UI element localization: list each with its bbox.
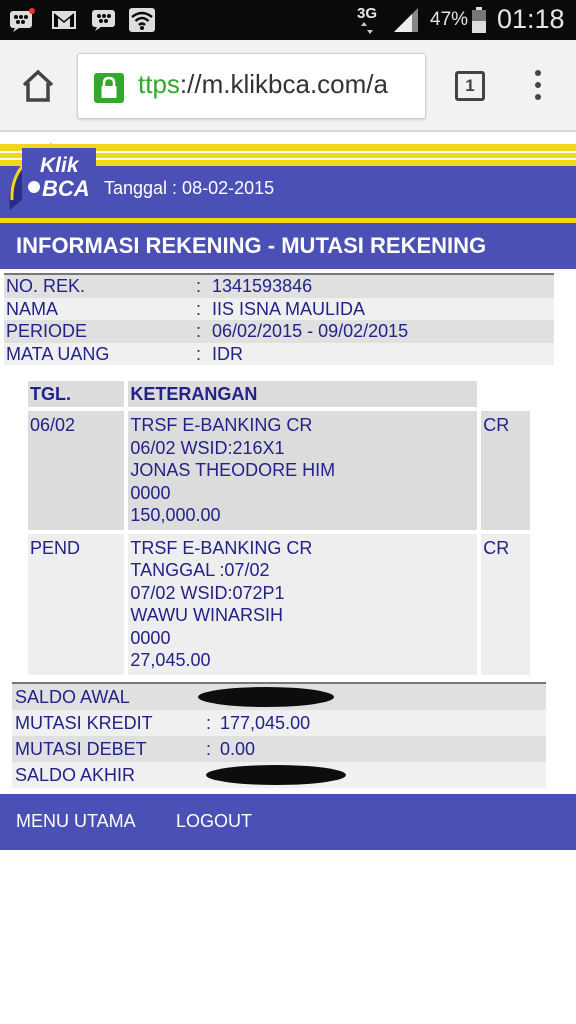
bbm-icon: [90, 7, 118, 33]
transaction-detail-line: 27,045.00: [130, 650, 211, 670]
account-row: PERIODE:06/02/2015 - 09/02/2015: [4, 320, 554, 343]
summary-value: 0.00: [220, 739, 256, 759]
account-label: PERIODE: [6, 321, 88, 341]
transaction-detail-line: TANGGAL :07/02: [130, 560, 270, 580]
battery-percent: 47%: [430, 9, 469, 30]
account-label: NO. REK.: [6, 276, 86, 296]
separator-colon: :: [196, 321, 202, 341]
address-bar[interactable]: ttps://m.klikbca.com/a: [77, 53, 426, 119]
summary-row: MUTASI DEBET:0.00: [12, 736, 546, 762]
transaction-date: PEND: [28, 533, 125, 675]
transaction-detail-line: 06/02 WSID:216X1: [130, 437, 285, 458]
network-type: 3G: [357, 5, 378, 22]
url-host: ://m.klikbca.com/a: [179, 69, 388, 99]
url-text: ttps://m.klikbca.com/a: [138, 69, 388, 100]
account-row: NAMA: IIS ISNA MAULIDA: [4, 297, 554, 320]
summary-label: SALDO AWAL: [15, 687, 130, 707]
column-header-date: TGL.: [28, 381, 125, 407]
transactions-table: TGL. KETERANGAN 06/02 TRSF E-BANKING CR 06…: [24, 381, 534, 675]
separator-colon: :: [196, 298, 202, 319]
table-row: PEND TRSF E-BANKING CR TANGGAL :07/02 07/02…: [28, 533, 530, 675]
separator-colon: :: [206, 713, 212, 733]
lock-icon: [94, 73, 124, 103]
menu-utama-link[interactable]: MENU UTAMA: [16, 811, 136, 832]
data-arrows-icon: [360, 22, 374, 34]
summary-label: MUTASI DEBET: [15, 739, 147, 759]
summary-label: SALDO AKHIR: [15, 765, 136, 785]
transaction-type: CR: [481, 411, 530, 530]
account-value: IDR: [212, 343, 243, 364]
account-value: 1341593846: [212, 276, 313, 296]
logout-link[interactable]: LOGOUT: [176, 811, 252, 832]
separator-colon: :: [196, 276, 202, 296]
account-label: MATA UANG: [6, 343, 110, 364]
transaction-description: TRSF E-BANKING CR 06/02 WSID:216X1 JONAS T…: [128, 411, 478, 530]
battery-icon: [469, 7, 489, 33]
url-scheme: ttps: [138, 69, 180, 99]
transaction-detail-line: 0000: [130, 482, 171, 503]
summary-row: SALDO AKHIR: [12, 762, 546, 788]
redacted-value: [198, 687, 334, 707]
logo-text-klik: Klik: [40, 154, 80, 177]
transaction-date: 06/02: [28, 411, 125, 530]
transaction-detail-line: 07/02 WSID:072P1: [130, 582, 285, 603]
table-header-row: TGL. KETERANGAN: [28, 381, 530, 407]
clock: 01:18: [497, 4, 565, 34]
transaction-detail-line: TRSF E-BANKING CR: [130, 415, 313, 435]
footer-nav: MENU UTAMA LOGOUT: [0, 794, 576, 850]
wifi-icon: [128, 7, 156, 33]
signal-icon: [392, 7, 420, 33]
redacted-value: [206, 765, 346, 785]
gmail-icon: [50, 7, 78, 33]
browser-toolbar: ttps://m.klikbca.com/a 1: [0, 40, 576, 132]
account-row: MATA UANG: IDR: [4, 342, 554, 365]
account-value: 06/02/2015 - 09/02/2015: [212, 321, 409, 341]
summary-row: SALDO AWAL: [12, 684, 546, 710]
transaction-description: TRSF E-BANKING CR TANGGAL :07/02 07/02 WSI…: [128, 533, 478, 675]
column-header-type: [481, 381, 530, 407]
date-label: Tanggal : 08-02-2015: [104, 178, 275, 198]
overflow-menu-icon[interactable]: [532, 70, 544, 104]
logo-text-bca: BCA: [42, 176, 90, 201]
transaction-type: CR: [481, 533, 530, 675]
bbm-notification-icon: [8, 7, 36, 33]
klikbca-logo: Klik BCA: [6, 140, 98, 216]
transaction-detail-line: WAWU WINARSIH: [130, 605, 284, 625]
summary-value: 177,045.00: [220, 713, 311, 733]
transaction-detail-line: TRSF E-BANKING CR: [130, 537, 313, 558]
home-button[interactable]: [18, 66, 58, 106]
summary-label: MUTASI KREDIT: [15, 713, 153, 733]
tab-switcher-button[interactable]: 1: [455, 71, 485, 101]
balance-summary: SALDO AWAL MUTASI KREDIT:177,045.00 MUTASI…: [12, 682, 546, 788]
home-icon: [22, 69, 54, 102]
transaction-detail-line: 150,000.00: [130, 505, 221, 525]
column-header-description: KETERANGAN: [128, 381, 478, 407]
separator-colon: :: [196, 343, 202, 364]
summary-row: MUTASI KREDIT:177,045.00: [12, 710, 546, 736]
transaction-detail-line: 0000: [130, 627, 171, 648]
transaction-detail-line: JONAS THEODORE HIM: [130, 460, 336, 480]
table-row: 06/02 TRSF E-BANKING CR 06/02 WSID:216X1 JO…: [28, 411, 530, 530]
account-row: NO. REK.:1341593846: [4, 275, 554, 298]
account-label: NAMA: [6, 298, 59, 319]
page-title: INFORMASI REKENING - MUTASI REKENING: [0, 223, 576, 269]
status-bar: 3G 47% 01:18: [0, 0, 576, 40]
separator-colon: :: [206, 739, 212, 759]
account-info: NO. REK.:1341593846 NAMA: IIS ISNA MAULIDA…: [4, 273, 554, 365]
account-value: IIS ISNA MAULIDA: [212, 298, 366, 319]
